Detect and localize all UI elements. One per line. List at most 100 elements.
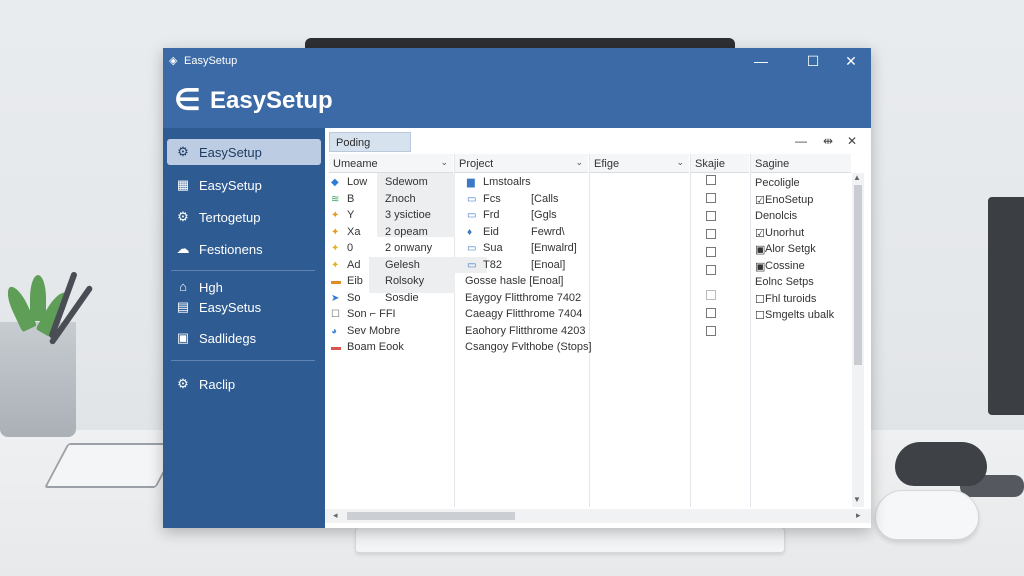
row-icon: ✦ (331, 226, 340, 238)
sidebar-item-label: EasySetup (199, 178, 262, 193)
scroll-thumb[interactable] (347, 512, 515, 520)
row-name-cell[interactable]: 0 (347, 242, 353, 254)
stage-checkbox[interactable] (706, 193, 716, 203)
sidebar: ⚙ EasySetup ▦ EasySetup ⚙ Tertogetup ☁ F… (163, 128, 325, 528)
scroll-down-icon[interactable]: ▼ (853, 495, 861, 504)
settings-item[interactable]: Alor Setgk (765, 243, 816, 255)
stage-checkbox[interactable] (706, 308, 716, 318)
scroll-left-icon[interactable]: ◂ (333, 510, 338, 521)
column-header-label: Project (459, 158, 494, 170)
sidebar-item-festionens[interactable]: ☁ Festionens (167, 236, 321, 262)
tab-poding[interactable]: Poding (329, 132, 411, 152)
sidebar-item-label: EasySetus (199, 300, 262, 315)
sidebar-item-raclip[interactable]: ⚙ Raclip (167, 371, 321, 397)
sidebar-item-tertogetup[interactable]: ⚙ Tertogetup (167, 204, 321, 230)
row-project-cell[interactable]: Eaohory Flitthrome 4203 (465, 325, 585, 337)
row-icon: ◕ (331, 325, 338, 337)
settings-check-icon[interactable]: ☐ (755, 309, 765, 322)
panel-close-button[interactable]: ✕ (847, 134, 857, 148)
stage-checkbox[interactable] (706, 290, 716, 300)
settings-check-icon[interactable]: ☑ (755, 227, 765, 240)
window-title: EasySetup (184, 55, 238, 67)
settings-item[interactable]: Smgelts ubalk (765, 309, 834, 321)
settings-item[interactable]: Eolnc Setps (755, 276, 814, 288)
stage-checkbox[interactable] (706, 247, 716, 257)
row-project-detail: Fewrd\ (531, 225, 565, 238)
app-icon: ◈ (169, 55, 178, 67)
panel-minimize-button[interactable]: — (795, 134, 807, 148)
background-speaker (988, 197, 1024, 415)
row-name-cell[interactable]: Son ⌐ FFI (347, 308, 396, 320)
row-project-cell[interactable]: Caeagy Flitthrome 7404 (465, 308, 582, 320)
row-name-cell[interactable]: So (347, 292, 360, 304)
column-header-name[interactable]: Umeame ⌄ (329, 154, 453, 173)
stage-checkbox[interactable] (706, 175, 716, 185)
sidebar-item-easysetup[interactable]: ⚙ EasySetup (167, 139, 321, 165)
settings-item[interactable]: EnoSetup (765, 194, 813, 206)
row-project-cell[interactable]: Csangoy Fvlthobe (Stops] (465, 341, 592, 353)
row-project-cell[interactable]: Eaygoy Flitthrome 7402 (465, 292, 581, 304)
panel-pin-button[interactable]: ⇹ (823, 134, 833, 148)
row-project-cell[interactable]: Lmstoalrs (483, 176, 531, 188)
settings-item[interactable]: Pecoligle (755, 177, 800, 189)
settings-check-icon[interactable]: ▣ (755, 243, 765, 256)
settings-item[interactable]: Denolcis (755, 210, 797, 222)
close-button[interactable]: ✕ (839, 51, 863, 71)
scroll-up-icon[interactable]: ▲ (853, 173, 861, 182)
row-name-cell[interactable]: Boam Eook (347, 341, 404, 353)
row-name-detail: Sosdie (385, 291, 419, 304)
file-icon: ♦ (467, 226, 473, 238)
scroll-right-icon[interactable]: ▸ (856, 510, 861, 521)
row-name-cell[interactable]: Ad (347, 259, 360, 271)
row-name-cell[interactable]: Sev Mobre (347, 325, 400, 337)
stage-checkbox[interactable] (706, 265, 716, 275)
row-project-cell[interactable]: Sua (483, 242, 503, 254)
sidebar-item-label: Hgh (199, 280, 223, 295)
file-icon: ▆ (467, 177, 475, 188)
column-header-project[interactable]: Project ⌄ (455, 154, 588, 173)
title-bar: ◈ EasySetup — ☐ ✕ (163, 48, 871, 74)
row-project-cell[interactable]: T82 (483, 259, 502, 271)
sidebar-item-label: Tertogetup (199, 210, 261, 225)
stage-checkbox[interactable] (706, 211, 716, 221)
stage-checkbox[interactable] (706, 326, 716, 336)
row-project-cell[interactable]: Frd (483, 209, 500, 221)
row-name-cell[interactable]: Eib (347, 275, 363, 287)
settings-check-icon[interactable]: ☐ (755, 293, 765, 306)
sidebar-item-easysetup-2[interactable]: ▦ EasySetup (167, 172, 321, 198)
chevron-down-icon: ⌄ (676, 157, 684, 167)
settings-check-icon[interactable]: ☑ (755, 194, 765, 207)
settings-item[interactable]: Fhl turoids (765, 293, 816, 305)
horizontal-scrollbar[interactable]: ◂ ▸ (325, 509, 871, 523)
row-icon: ◆ (331, 177, 339, 188)
minimize-button[interactable]: — (749, 51, 773, 71)
column-header-stage[interactable]: Skajie (691, 154, 749, 173)
sidebar-divider (171, 270, 315, 271)
row-name-detail: 3 ysictioe (385, 209, 431, 221)
row-name-cell[interactable]: Low (347, 176, 367, 188)
column-header-settings[interactable]: Sagine (751, 154, 851, 173)
settings-item[interactable]: Unorhut (765, 227, 804, 239)
row-icon: ☐ (331, 309, 340, 320)
sidebar-item-label: Raclip (199, 377, 236, 392)
background-plant-pot (0, 322, 76, 437)
row-name-cell[interactable]: B (347, 193, 354, 205)
vertical-scrollbar[interactable]: ▲ ▼ (852, 173, 864, 507)
sidebar-item-easysetus[interactable]: ▤ EasySetus (167, 294, 321, 320)
stage-checkbox[interactable] (706, 229, 716, 239)
sidebar-item-sadlidegs[interactable]: ▣ Sadlidegs (167, 325, 321, 351)
row-name-cell[interactable]: Xa (347, 226, 360, 238)
row-project-cell[interactable]: Eid (483, 226, 499, 238)
brand-title: EasySetup (210, 87, 333, 114)
scroll-thumb[interactable] (854, 185, 862, 365)
row-project-cell[interactable]: Gosse hasle [Enoal] (465, 275, 563, 287)
row-project-cell[interactable]: Fcs (483, 193, 501, 205)
sidebar-item-label: EasySetup (199, 145, 262, 160)
maximize-button[interactable]: ☐ (801, 51, 825, 71)
settings-check-icon[interactable]: ▣ (755, 260, 765, 273)
column-header-efige[interactable]: Efige ⌄ (590, 154, 689, 173)
file-icon: ▭ (467, 193, 477, 205)
row-project-detail: [Calls (531, 192, 559, 205)
row-name-cell[interactable]: Y (347, 209, 354, 221)
settings-item[interactable]: Cossine (765, 260, 805, 272)
